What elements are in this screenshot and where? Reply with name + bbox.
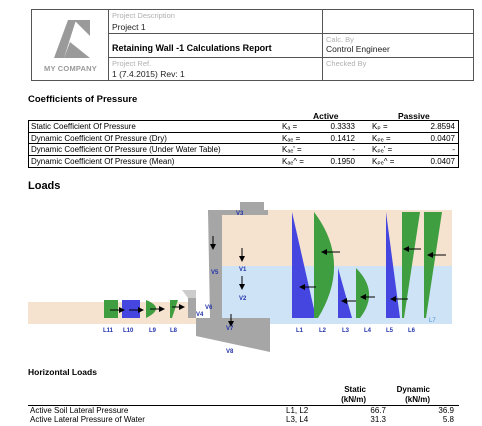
loads-title: Loads bbox=[28, 180, 61, 192]
coefficient-row: Static Coefficient Of Pressure Kₐ = 0.33… bbox=[29, 121, 458, 133]
load-label-l1: L1 bbox=[296, 328, 304, 334]
coefficient-row: Dynamic Coefficient Of Pressure (Mean) K… bbox=[29, 156, 458, 168]
load-label-l10: L10 bbox=[123, 328, 134, 334]
dynamic-value: 5.8 bbox=[442, 415, 454, 424]
load-label-v6: V6 bbox=[205, 305, 213, 311]
saturated-backfill-zone bbox=[222, 266, 452, 324]
calc-by-label: Calc. By bbox=[326, 35, 354, 44]
dynamic-value: 36.9 bbox=[438, 406, 454, 415]
static-column-header: Static bbox=[344, 385, 366, 394]
passive-symbol: Kₚ = bbox=[372, 122, 388, 131]
coefficient-row: Dynamic Coefficient Of Pressure (Under W… bbox=[29, 144, 458, 156]
load-label-v1: V1 bbox=[239, 267, 247, 273]
horizontal-load-row: Active Soil Lateral Pressure L1, L2 66.7… bbox=[28, 406, 459, 415]
report-title: Retaining Wall -1 Calculations Report bbox=[112, 43, 272, 53]
horizontal-load-row: Active Lateral Pressure of Water L3, L4 … bbox=[28, 415, 459, 424]
dynamic-column-unit: (kN/m) bbox=[405, 395, 430, 404]
load-description: Active Soil Lateral Pressure bbox=[30, 406, 129, 415]
checked-by-cell: Checked By bbox=[323, 58, 474, 80]
project-ref-cell: Project Ref. 1 (7.4.2015) Rev: 1 bbox=[109, 58, 323, 80]
checked-by-label: Checked By bbox=[326, 59, 367, 68]
passive-value: - bbox=[452, 145, 455, 154]
pressure-l11 bbox=[104, 300, 118, 318]
report-title-cell: Retaining Wall -1 Calculations Report bbox=[109, 34, 323, 58]
load-label-l7: L7 bbox=[429, 318, 436, 324]
project-description-label: Project Description bbox=[112, 11, 175, 20]
passive-symbol: Kₚₑ = bbox=[372, 133, 391, 143]
passive-symbol: Kₚₑ' = bbox=[372, 145, 393, 154]
passive-value: 0.0407 bbox=[430, 156, 455, 166]
company-name: MY COMPANY bbox=[44, 64, 97, 73]
coefficients-table: Static Coefficient Of Pressure Kₐ = 0.33… bbox=[28, 120, 459, 168]
load-label-v4: V4 bbox=[196, 312, 204, 318]
company-logo: MY COMPANY bbox=[32, 10, 109, 80]
load-label-l5: L5 bbox=[386, 328, 394, 334]
project-ref-value: 1 (7.4.2015) Rev: 1 bbox=[112, 69, 185, 79]
report-header: MY COMPANY Project Description Project 1… bbox=[31, 9, 474, 81]
project-description-cell: Project Description Project 1 bbox=[109, 10, 323, 34]
retaining-wall-load-diagram: V3 V5 V1 V2 V6 V4 V7 V8 L1 L2 L3 L4 L5 L… bbox=[28, 202, 452, 355]
project-ref-label: Project Ref. bbox=[112, 59, 152, 68]
coefficient-label: Static Coefficient Of Pressure bbox=[31, 122, 136, 131]
load-label-v7: V7 bbox=[226, 326, 234, 332]
calc-by-value: Control Engineer bbox=[326, 44, 390, 54]
static-value: 66.7 bbox=[370, 406, 386, 415]
load-label-l6: L6 bbox=[408, 328, 416, 334]
blank-cell bbox=[323, 10, 474, 34]
active-symbol: Kₐ = bbox=[282, 122, 298, 131]
calc-by-cell: Calc. By Control Engineer bbox=[323, 34, 474, 58]
load-label-l8: L8 bbox=[170, 328, 178, 334]
project-description-value: Project 1 bbox=[112, 22, 146, 32]
passive-value: 2.8594 bbox=[430, 122, 455, 131]
active-value: 0.1412 bbox=[330, 133, 355, 143]
active-symbol: Kₐₑ' = bbox=[282, 145, 302, 154]
load-cases: L1, L2 bbox=[286, 406, 309, 415]
load-label-l11: L11 bbox=[103, 328, 114, 334]
horizontal-loads-title: Horizontal Loads bbox=[28, 367, 97, 377]
load-label-v3: V3 bbox=[236, 211, 244, 217]
load-cases: L3, L4 bbox=[286, 415, 309, 424]
load-label-l3: L3 bbox=[342, 328, 350, 334]
coefficient-label: Dynamic Coefficient Of Pressure (Mean) bbox=[31, 156, 175, 166]
static-column-unit: (kN/m) bbox=[341, 395, 366, 404]
passive-value: 0.0407 bbox=[430, 133, 455, 143]
dynamic-column-header: Dynamic bbox=[396, 385, 430, 394]
active-symbol: Kₐₑ = bbox=[282, 133, 301, 143]
load-label-l9: L9 bbox=[149, 328, 157, 334]
load-label-v2: V2 bbox=[239, 296, 247, 302]
active-value: - bbox=[352, 145, 355, 154]
coefficient-label: Dynamic Coefficient Of Pressure (Dry) bbox=[31, 133, 167, 143]
load-label-v5: V5 bbox=[211, 270, 219, 276]
coefficients-title: Coefficients of Pressure bbox=[28, 94, 138, 105]
static-value: 31.3 bbox=[370, 415, 386, 424]
coefficient-label: Dynamic Coefficient Of Pressure (Under W… bbox=[31, 145, 221, 154]
active-value: 0.1950 bbox=[330, 156, 355, 166]
active-symbol: Kₐₑ^ = bbox=[282, 156, 304, 166]
load-label-v8: V8 bbox=[226, 349, 234, 355]
passive-symbol: Kₚₑ^ = bbox=[372, 156, 395, 166]
active-value: 0.3333 bbox=[330, 122, 355, 131]
load-label-l2: L2 bbox=[319, 328, 327, 334]
coefficient-row: Dynamic Coefficient Of Pressure (Dry) Kₐ… bbox=[29, 133, 458, 144]
load-label-l4: L4 bbox=[364, 328, 372, 334]
pressure-l10 bbox=[122, 300, 140, 318]
load-description: Active Lateral Pressure of Water bbox=[30, 415, 145, 424]
logo-mark-icon bbox=[54, 20, 90, 58]
